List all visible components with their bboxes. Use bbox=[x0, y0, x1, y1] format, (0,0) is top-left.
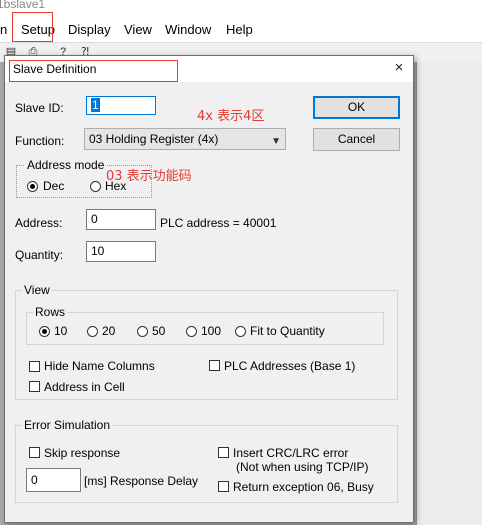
rows-title: Rows bbox=[33, 305, 68, 319]
menu-item-connection[interactable]: n bbox=[0, 22, 7, 37]
address-label: Address: bbox=[15, 216, 63, 230]
ok-button[interactable]: OK bbox=[313, 96, 400, 119]
response-delay-label: [ms] Response Delay bbox=[84, 474, 199, 488]
rows-group: Rows 10 20 50 100 Fit to Quantity bbox=[26, 305, 384, 345]
quantity-label: Quantity: bbox=[15, 248, 64, 262]
address-in-cell-label: Address in Cell bbox=[44, 380, 125, 394]
hex-radio[interactable] bbox=[90, 181, 101, 192]
app-title: 1bslave1 bbox=[0, 0, 46, 11]
slave-id-value: 1 bbox=[91, 98, 100, 112]
insert-crc-label: Insert CRC/LRC error bbox=[233, 446, 349, 460]
address-input[interactable]: 0 bbox=[86, 209, 156, 230]
response-delay-input[interactable]: 0 bbox=[26, 468, 81, 492]
rows-fit-label: Fit to Quantity bbox=[250, 324, 325, 338]
plc-addresses-label: PLC Addresses (Base 1) bbox=[224, 359, 356, 373]
rows-100-radio[interactable] bbox=[186, 326, 197, 337]
slave-id-label: Slave ID: bbox=[15, 101, 64, 115]
dec-label: Dec bbox=[43, 179, 65, 193]
rows-fit-radio[interactable] bbox=[235, 326, 246, 337]
dec-radio[interactable] bbox=[27, 181, 38, 192]
slave-definition-dialog: Slave Definition × Slave ID: 1 4x 表示4区 O… bbox=[4, 55, 414, 523]
rows-20-radio[interactable] bbox=[87, 326, 98, 337]
slave-id-input[interactable]: 1 bbox=[86, 96, 156, 115]
return-exception-label: Return exception 06, Busy bbox=[233, 480, 374, 494]
rows-50-radio[interactable] bbox=[137, 326, 148, 337]
insert-crc-checkbox[interactable] bbox=[218, 447, 229, 458]
rows-20-label: 20 bbox=[102, 324, 116, 338]
title-highlight-box bbox=[9, 60, 178, 82]
plc-addresses-checkbox[interactable] bbox=[209, 360, 220, 371]
hide-name-columns-checkbox[interactable] bbox=[29, 361, 40, 372]
background-window-pane bbox=[416, 62, 482, 525]
address-mode-title: Address mode bbox=[25, 158, 107, 172]
cancel-button[interactable]: Cancel bbox=[313, 128, 400, 151]
skip-response-label: Skip response bbox=[44, 446, 121, 460]
insert-crc-note: (Not when using TCP/IP) bbox=[236, 460, 369, 474]
menu-item-help[interactable]: Help bbox=[226, 22, 253, 37]
rows-100-label: 100 bbox=[201, 324, 222, 338]
view-group: View Rows 10 20 50 100 Fit to Quantity H… bbox=[15, 283, 398, 400]
function-dropdown[interactable]: 03 Holding Register (4x) ▼ bbox=[84, 128, 286, 150]
function-selected-value: 03 Holding Register (4x) bbox=[89, 132, 219, 146]
menu-item-window[interactable]: Window bbox=[165, 22, 211, 37]
skip-response-checkbox[interactable] bbox=[29, 447, 40, 458]
hide-name-columns-label: Hide Name Columns bbox=[44, 359, 155, 373]
function-code-annotation: 03 表示功能码 bbox=[106, 169, 192, 184]
menu-item-display[interactable]: Display bbox=[68, 22, 111, 37]
menu-item-view[interactable]: View bbox=[124, 22, 152, 37]
close-icon[interactable]: × bbox=[390, 59, 408, 77]
plc-address-text: PLC address = 40001 bbox=[160, 216, 277, 230]
quantity-input[interactable]: 10 bbox=[86, 241, 156, 262]
error-simulation-title: Error Simulation bbox=[22, 418, 113, 432]
chevron-down-icon: ▼ bbox=[271, 136, 281, 147]
view-title: View bbox=[22, 283, 52, 297]
area-annotation: 4x 表示4区 bbox=[197, 109, 265, 124]
function-label: Function: bbox=[15, 134, 65, 148]
rows-10-radio[interactable] bbox=[39, 326, 50, 337]
rows-50-label: 50 bbox=[152, 324, 166, 338]
return-exception-checkbox[interactable] bbox=[218, 481, 229, 492]
rows-10-label: 10 bbox=[54, 324, 68, 338]
address-in-cell-checkbox[interactable] bbox=[29, 381, 40, 392]
menu-bar: n Setup Display View Window Help bbox=[0, 17, 482, 43]
setup-highlight-box bbox=[12, 12, 53, 42]
error-simulation-group: Error Simulation Skip response Insert CR… bbox=[15, 418, 398, 503]
